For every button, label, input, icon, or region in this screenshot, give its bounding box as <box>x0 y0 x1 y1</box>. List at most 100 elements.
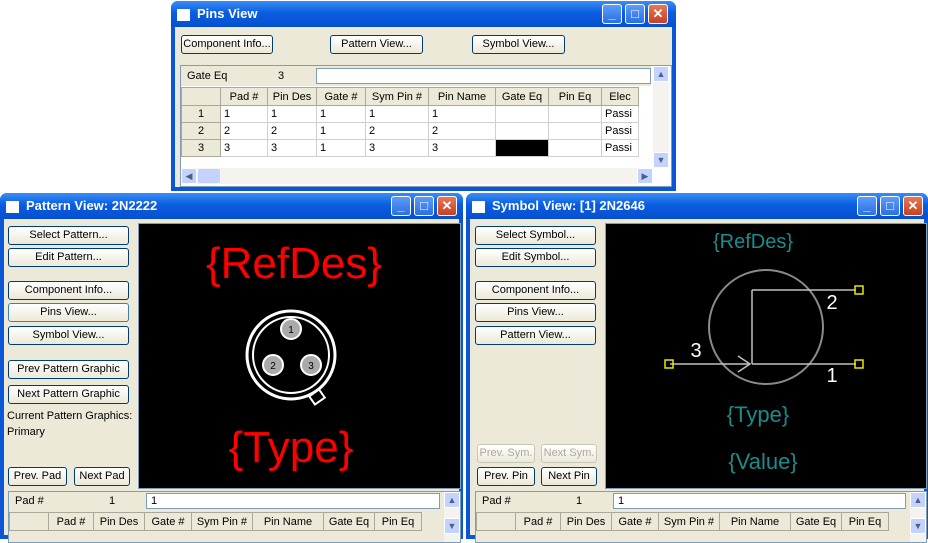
table-cell[interactable] <box>548 139 602 157</box>
pin-1-endpoint[interactable] <box>854 359 864 369</box>
pin-2-endpoint[interactable] <box>854 285 864 295</box>
table-cell[interactable]: 1 <box>316 105 366 123</box>
pattern-view-button[interactable]: Pattern View... <box>475 326 596 345</box>
column-header[interactable]: Gate # <box>611 512 659 531</box>
vertical-scrollbar[interactable]: ▲ ▼ <box>653 66 669 168</box>
table-cell[interactable] <box>495 122 549 140</box>
pattern-canvas[interactable]: {RefDes} 1 2 3 {Type} <box>138 223 461 489</box>
table-cell[interactable]: Passi <box>601 139 639 157</box>
pins-view-button[interactable]: Pins View... <box>8 303 129 322</box>
minimize-button[interactable]: _ <box>857 196 877 216</box>
prev-pin-button[interactable]: Prev. Pin <box>477 467 535 486</box>
column-header[interactable]: Pad # <box>48 512 94 531</box>
column-header[interactable] <box>9 512 49 531</box>
vertical-scrollbar[interactable]: ▲ ▼ <box>910 492 926 542</box>
pins-view-titlebar[interactable]: Pins View _ □ ✕ <box>171 1 676 27</box>
column-header[interactable]: Elec <box>601 87 639 106</box>
column-header[interactable]: Pin Eq <box>548 87 602 106</box>
pattern-view-titlebar[interactable]: Pattern View: 2N2222 _ □ ✕ <box>0 193 463 219</box>
column-header[interactable]: Pin Eq <box>841 512 889 531</box>
table-cell[interactable]: 3 <box>428 139 496 157</box>
horizontal-scrollbar[interactable]: ◀ ▶ <box>181 168 653 184</box>
next-sym-button[interactable]: Next Sym. <box>541 444 597 463</box>
next-pattern-graphic-button[interactable]: Next Pattern Graphic <box>8 385 129 404</box>
table-cell[interactable]: Passi <box>601 105 639 123</box>
scroll-right-icon[interactable]: ▶ <box>637 168 653 184</box>
pins-view-button[interactable]: Pins View... <box>475 303 596 322</box>
scroll-up-icon[interactable]: ▲ <box>910 492 926 508</box>
column-header[interactable]: Sym Pin # <box>365 87 429 106</box>
column-header[interactable]: Pin Eq <box>374 512 422 531</box>
row-header[interactable]: 2 <box>181 122 221 140</box>
maximize-button[interactable]: □ <box>414 196 434 216</box>
scroll-thumb[interactable] <box>198 169 220 183</box>
scroll-down-icon[interactable]: ▼ <box>653 152 669 168</box>
next-pin-button[interactable]: Next Pin <box>541 467 597 486</box>
close-button[interactable]: ✕ <box>648 4 668 24</box>
minimize-button[interactable]: _ <box>602 4 622 24</box>
select-pattern-button[interactable]: Select Pattern... <box>8 226 129 245</box>
table-cell[interactable]: Passi <box>601 122 639 140</box>
symbol-canvas[interactable]: {RefDes} 2 1 3 {Type} {Value} <box>605 223 927 489</box>
table-row[interactable]: 3 3 3 1 3 3 Passi <box>181 139 639 157</box>
table-cell[interactable]: 1 <box>267 105 317 123</box>
scroll-up-icon[interactable]: ▲ <box>444 492 460 508</box>
table-cell[interactable] <box>548 122 602 140</box>
column-header[interactable]: Pin Des <box>93 512 145 531</box>
row-header[interactable]: 1 <box>181 105 221 123</box>
column-header[interactable]: Sym Pin # <box>191 512 253 531</box>
table-cell[interactable]: 2 <box>365 122 429 140</box>
table-cell[interactable]: 1 <box>316 122 366 140</box>
scroll-left-icon[interactable]: ◀ <box>181 168 197 184</box>
component-info-button[interactable]: Component Info... <box>475 281 596 300</box>
scroll-down-icon[interactable]: ▼ <box>444 518 460 534</box>
close-button[interactable]: ✕ <box>437 196 457 216</box>
table-cell[interactable] <box>548 105 602 123</box>
table-row[interactable]: 1 1 1 1 1 1 Passi <box>181 105 639 123</box>
column-header[interactable] <box>181 87 221 106</box>
table-cell[interactable]: 1 <box>220 105 268 123</box>
prev-pad-button[interactable]: Prev. Pad <box>8 467 67 486</box>
prev-sym-button[interactable]: Prev. Sym. <box>477 444 535 463</box>
table-cell[interactable]: 2 <box>220 122 268 140</box>
table-cell[interactable] <box>495 105 549 123</box>
table-cell[interactable]: 3 <box>267 139 317 157</box>
column-header[interactable]: Gate Eq <box>323 512 375 531</box>
table-cell[interactable]: 1 <box>316 139 366 157</box>
gate-eq-field[interactable] <box>316 68 651 84</box>
column-header[interactable]: Pin Name <box>252 512 324 531</box>
column-header[interactable]: Gate # <box>316 87 366 106</box>
maximize-button[interactable]: □ <box>625 4 645 24</box>
close-button[interactable]: ✕ <box>903 196 923 216</box>
column-header[interactable]: Gate Eq <box>790 512 842 531</box>
table-cell[interactable]: 1 <box>428 105 496 123</box>
pad-field[interactable]: 1 <box>613 493 906 509</box>
maximize-button[interactable]: □ <box>880 196 900 216</box>
column-header[interactable]: Pin Des <box>267 87 317 106</box>
column-header[interactable]: Gate # <box>144 512 192 531</box>
edit-symbol-button[interactable]: Edit Symbol... <box>475 248 596 267</box>
table-cell[interactable]: 2 <box>267 122 317 140</box>
pattern-view-button[interactable]: Pattern View... <box>330 35 423 54</box>
column-header[interactable]: Pad # <box>220 87 268 106</box>
column-header[interactable]: Sym Pin # <box>658 512 720 531</box>
table-cell[interactable]: 3 <box>365 139 429 157</box>
row-header[interactable]: 3 <box>181 139 221 157</box>
vertical-scrollbar[interactable]: ▲ ▼ <box>444 492 460 542</box>
symbol-view-button[interactable]: Symbol View... <box>472 35 565 54</box>
select-symbol-button[interactable]: Select Symbol... <box>475 226 596 245</box>
column-header[interactable]: Gate Eq <box>495 87 549 106</box>
component-info-button[interactable]: Component Info... <box>181 35 273 54</box>
table-cell-selected[interactable] <box>495 139 549 157</box>
scroll-down-icon[interactable]: ▼ <box>910 518 926 534</box>
symbol-view-titlebar[interactable]: Symbol View: [1] 2N2646 _ □ ✕ <box>466 193 928 219</box>
scroll-up-icon[interactable]: ▲ <box>653 66 669 82</box>
table-cell[interactable]: 2 <box>428 122 496 140</box>
column-header[interactable]: Pin Des <box>560 512 612 531</box>
table-row[interactable]: 2 2 2 1 2 2 Passi <box>181 122 639 140</box>
column-header[interactable]: Pin Name <box>428 87 496 106</box>
column-header[interactable]: Pin Name <box>719 512 791 531</box>
column-header[interactable] <box>476 512 516 531</box>
table-cell[interactable]: 1 <box>365 105 429 123</box>
prev-pattern-graphic-button[interactable]: Prev Pattern Graphic <box>8 360 129 379</box>
